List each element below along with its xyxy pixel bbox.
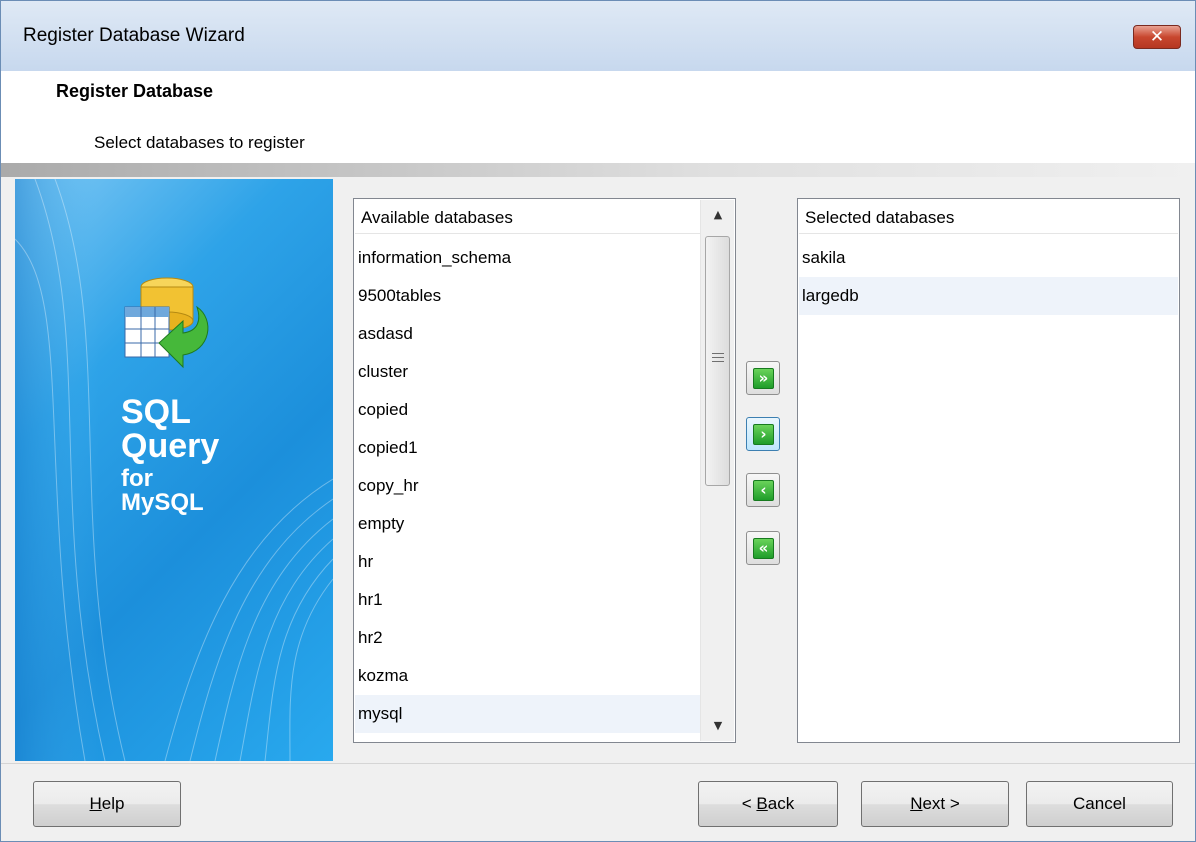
wizard-window: Register Database Wizard ✕ Register Data… [0, 0, 1196, 842]
back-label: ack [767, 794, 795, 813]
page-title: Register Database [56, 81, 214, 101]
list-item[interactable]: copy_hr [355, 467, 700, 505]
add-all-button[interactable]: » [746, 361, 780, 395]
list-item-label: empty [358, 514, 405, 533]
title-bar: Register Database Wizard ✕ [1, 1, 1195, 71]
list-item[interactable]: hr2 [355, 619, 700, 657]
grip-icon [712, 353, 724, 365]
back-button[interactable]: < Back [698, 781, 838, 827]
list-item-label: kozma [358, 666, 409, 685]
list-item[interactable]: empty [355, 505, 700, 543]
scroll-up-icon[interactable]: ▲ [701, 200, 735, 230]
list-item-label: sakila [802, 248, 846, 267]
available-list-scrollbar[interactable]: ▲ ▼ [700, 200, 734, 741]
chevron-left-icon: ‹ [753, 480, 774, 501]
list-item-label: copy_hr [358, 476, 419, 495]
list-item-label: 9500tables [358, 286, 442, 305]
brand-line-4: MySQL [121, 489, 204, 516]
remove-all-button[interactable]: « [746, 531, 780, 565]
sidebar-banner: SQL Query for MySQL [15, 179, 333, 761]
list-item[interactable]: hr1 [355, 581, 700, 619]
chevron-right-icon: › [753, 424, 774, 445]
list-item[interactable]: largedb [799, 277, 1178, 315]
next-mnemonic: N [910, 794, 923, 813]
list-item-label: hr1 [358, 590, 383, 609]
available-databases-list[interactable]: Available databases information_schema 9… [353, 198, 736, 743]
database-import-icon [124, 277, 209, 369]
next-label: ext > [922, 794, 960, 813]
remove-button[interactable]: ‹ [746, 473, 780, 507]
brand-line-2: Query [121, 427, 220, 465]
cancel-label: Cancel [1073, 794, 1126, 813]
page-subtitle: Select databases to register [94, 133, 305, 152]
selected-list-header: Selected databases [799, 200, 1178, 234]
list-item-label: mysql [358, 704, 403, 723]
list-item[interactable]: sakila [799, 239, 1178, 277]
close-button[interactable]: ✕ [1133, 25, 1181, 49]
brand-line-1: SQL [121, 393, 191, 431]
list-item[interactable]: hr [355, 543, 700, 581]
list-item[interactable]: asdasd [355, 315, 700, 353]
double-chevron-right-icon: » [753, 368, 774, 389]
window-title: Register Database Wizard [23, 25, 245, 46]
list-item[interactable]: mysql [355, 695, 700, 733]
list-item[interactable]: cluster [355, 353, 700, 391]
next-button[interactable]: Next > [861, 781, 1009, 827]
list-item[interactable]: information_schema [355, 239, 700, 277]
selected-header-label: Selected databases [805, 208, 955, 227]
list-item-label: copied [358, 400, 409, 419]
help-button[interactable]: Help [33, 781, 181, 827]
list-item[interactable]: copied [355, 391, 700, 429]
back-prefix: < [741, 794, 757, 813]
back-mnemonic: B [756, 794, 768, 813]
list-item-label: largedb [802, 286, 859, 305]
double-chevron-left-icon: « [753, 538, 774, 559]
add-button[interactable]: › [746, 417, 780, 451]
header-divider [1, 163, 1195, 177]
available-header-label: Available databases [361, 208, 513, 227]
selected-databases-list[interactable]: Selected databases sakila largedb [797, 198, 1180, 743]
close-icon: ✕ [1149, 27, 1165, 47]
list-item-label: copied1 [358, 438, 418, 457]
scroll-down-icon[interactable]: ▼ [701, 711, 735, 741]
wizard-header: Register Database Select databases to re… [1, 71, 1195, 163]
footer-divider [1, 763, 1195, 764]
brand-line-3: for [121, 465, 153, 492]
list-item[interactable]: copied1 [355, 429, 700, 467]
help-label: elp [101, 794, 125, 813]
list-item[interactable]: kozma [355, 657, 700, 695]
list-item[interactable]: 9500tables [355, 277, 700, 315]
list-item-label: asdasd [358, 324, 413, 343]
available-list-header: Available databases [355, 200, 700, 234]
list-item-label: hr2 [358, 628, 383, 647]
list-item-label: cluster [358, 362, 409, 381]
list-item-label: information_schema [358, 248, 512, 267]
list-item-label: hr [358, 552, 374, 571]
help-mnemonic: H [89, 794, 102, 813]
cancel-button[interactable]: Cancel [1026, 781, 1173, 827]
product-brand: SQL Query for MySQL [121, 395, 219, 515]
scroll-thumb[interactable] [705, 236, 730, 486]
